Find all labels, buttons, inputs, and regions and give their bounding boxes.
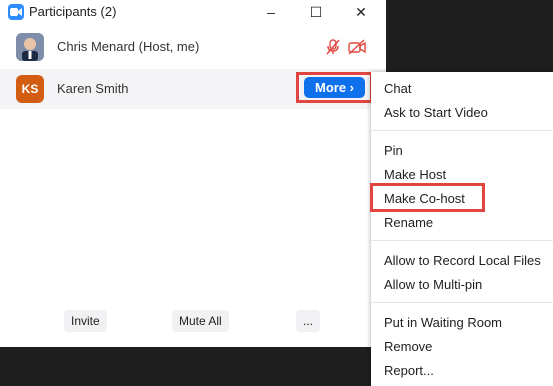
close-button[interactable]: ✕ [338,0,384,24]
menu-item-report[interactable]: Report... [384,359,434,383]
menu-item-waiting-room[interactable]: Put in Waiting Room [384,311,502,335]
participant-row-host[interactable]: Chris Menard (Host, me) [0,27,386,67]
menu-divider [371,240,553,241]
participant-name: Chris Menard (Host, me) [57,39,200,54]
footer-more-button[interactable]: ... [296,310,321,332]
avatar: KS [16,75,44,103]
participant-name: Karen Smith [57,81,129,96]
menu-item-ask-start-video[interactable]: Ask to Start Video [384,101,488,125]
participant-context-menu: Chat Ask to Start Video Pin Make Host Ma… [371,72,553,386]
mic-muted-icon[interactable] [326,39,340,60]
make-cohost-highlight [370,183,485,212]
menu-item-pin[interactable]: Pin [384,139,403,163]
menu-divider [371,130,553,131]
menu-item-allow-multipin[interactable]: Allow to Multi-pin [384,273,482,297]
minimize-button[interactable]: – [248,0,294,24]
menu-item-chat[interactable]: Chat [384,77,411,101]
window-title: Participants (2) [29,4,117,19]
avatar [16,33,44,61]
invite-button[interactable]: Invite [64,310,107,332]
menu-item-rename[interactable]: Rename [384,211,433,235]
video-off-icon[interactable] [348,39,366,60]
menu-item-remove[interactable]: Remove [384,335,432,359]
maximize-button[interactable]: ☐ [293,0,339,24]
zoom-app-icon [8,4,24,20]
more-button[interactable]: More › [304,77,365,98]
participant-row-karen[interactable]: KS Karen Smith More › [0,69,386,109]
mute-all-button[interactable]: Mute All [172,310,229,332]
title-bar: Participants (2) – ☐ ✕ [0,0,386,24]
more-button-highlight: More › [296,72,373,103]
participants-panel: Participants (2) – ☐ ✕ Chris Menard (Hos… [0,0,386,347]
menu-item-allow-record[interactable]: Allow to Record Local Files [384,249,541,273]
menu-divider [371,302,553,303]
participant-status [326,39,366,60]
